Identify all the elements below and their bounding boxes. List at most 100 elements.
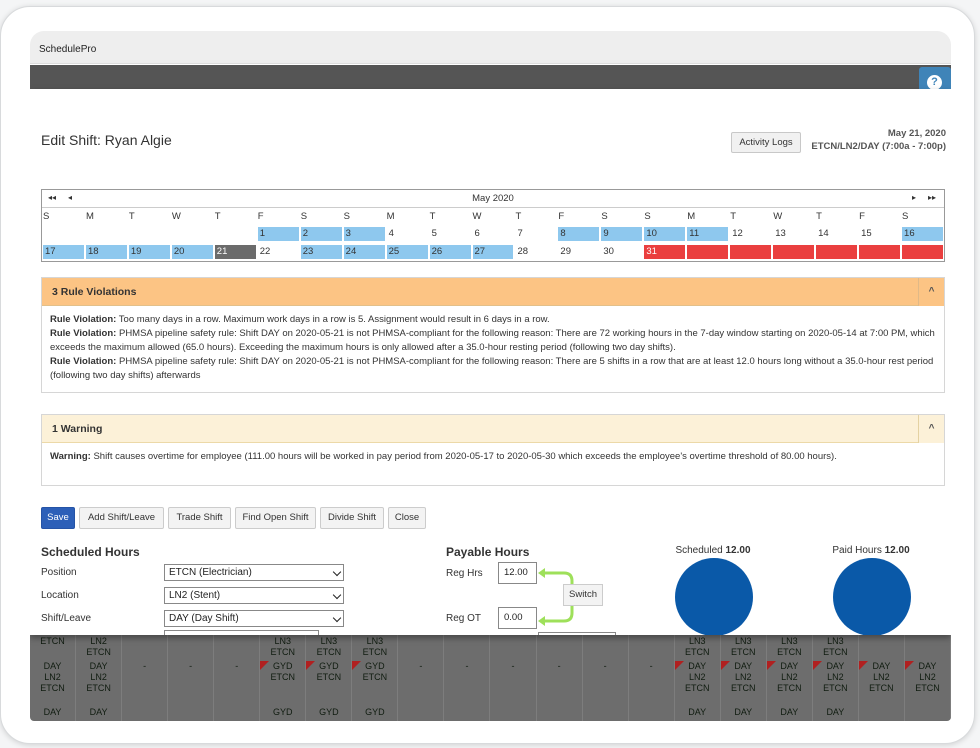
- divide-shift-button[interactable]: Divide Shift: [320, 507, 384, 529]
- calendar-day[interactable]: 26: [429, 245, 471, 259]
- partial-field[interactable]: [164, 630, 319, 635]
- schedule-cell[interactable]: -: [491, 635, 537, 721]
- calendar-dow: S: [902, 211, 909, 222]
- schedule-cell[interactable]: ETCN DAY LN2 ETCN DAY: [30, 635, 77, 721]
- schedule-cell[interactable]: -: [537, 635, 583, 721]
- calendar-day[interactable]: 13: [773, 227, 814, 241]
- calendar-day[interactable]: 18: [85, 245, 127, 259]
- schedule-cell[interactable]: -: [583, 635, 629, 721]
- calendar-day[interactable]: 29: [558, 245, 599, 259]
- tablet-frame: SchedulePro ? ETCN DAY LN2 ETCN DAY LN2 ETC…: [0, 6, 975, 744]
- warnings-header[interactable]: 1 Warning ^: [42, 415, 944, 443]
- collapse-icon[interactable]: ^: [918, 415, 944, 443]
- calendar-day[interactable]: 30: [601, 245, 642, 259]
- schedule-cell[interactable]: DAY LN2 ETCN: [858, 635, 905, 721]
- calendar-day[interactable]: 11: [687, 227, 729, 241]
- calendar-month: May 2020: [472, 193, 514, 204]
- schedule-cell[interactable]: LN3 ETCN DAY LN2 ETCN DAY: [766, 635, 813, 721]
- add-shift-button[interactable]: Add Shift/Leave: [79, 507, 164, 529]
- schedule-cell[interactable]: -: [629, 635, 675, 721]
- schedule-cell[interactable]: -: [122, 635, 169, 721]
- calendar-dow: S: [43, 211, 50, 222]
- calendar-day[interactable]: 24: [343, 245, 385, 259]
- calendar-day[interactable]: 17: [43, 245, 84, 259]
- calendar-day[interactable]: 5: [430, 227, 471, 241]
- schedule-cell[interactable]: LN3 ETCN DAY LN2 ETCN DAY: [720, 635, 767, 721]
- chevron-down-icon: [332, 590, 342, 600]
- edit-shift-dialog: Edit Shift: Ryan Algie Activity Logs May…: [30, 89, 951, 635]
- schedule-cell[interactable]: LN3 ETCN DAY LN2 ETCN DAY: [674, 635, 721, 721]
- shift-leave-select[interactable]: DAY (Day Shift): [164, 610, 344, 627]
- mini-calendar: ◂◂ ◂ May 2020 ▸ ▸▸ S M T W T F S S M T W T F S S M T W T F S…: [41, 189, 945, 262]
- violations-list: Rule Violation: Too many days in a row. …: [50, 313, 936, 383]
- position-select[interactable]: ETCN (Electrician): [164, 564, 344, 581]
- schedule-cell[interactable]: LN2 ETCN DAY LN2 ETCN DAY: [76, 635, 123, 721]
- calendar-day: [86, 227, 127, 241]
- calendar-day[interactable]: 9: [601, 227, 643, 241]
- calendar-day: [172, 227, 213, 241]
- schedule-cell[interactable]: DAY LN2 ETCN: [904, 635, 951, 721]
- violations-header[interactable]: 3 Rule Violations ^: [42, 278, 944, 306]
- help-icon: ?: [927, 75, 942, 90]
- reg-ot-label: Reg OT: [446, 613, 482, 624]
- next-month-icon[interactable]: ▸: [912, 193, 916, 202]
- trade-shift-button[interactable]: Trade Shift: [168, 507, 231, 529]
- calendar-dow: T: [816, 211, 822, 222]
- calendar-day[interactable]: 20: [171, 245, 213, 259]
- reg-hrs-input[interactable]: 12.00: [498, 562, 537, 584]
- calendar-day[interactable]: 16: [902, 227, 943, 241]
- calendar-day[interactable]: 3: [343, 227, 385, 241]
- calendar-day[interactable]: 22: [258, 245, 299, 259]
- calendar-dow: M: [687, 211, 696, 222]
- calendar-day: [773, 245, 815, 259]
- calendar-day[interactable]: 21: [214, 245, 256, 259]
- save-button[interactable]: Save: [41, 507, 75, 529]
- top-navbar: [30, 65, 951, 89]
- calendar-dow: W: [171, 211, 181, 222]
- partial-field[interactable]: [538, 632, 616, 635]
- last-month-icon[interactable]: ▸▸: [928, 193, 936, 202]
- schedule-cell[interactable]: -: [444, 635, 491, 721]
- calendar-day[interactable]: 28: [515, 245, 556, 259]
- location-label: Location: [41, 590, 79, 601]
- collapse-icon[interactable]: ^: [918, 278, 944, 306]
- violation-flag-icon: [352, 661, 362, 670]
- calendar-day[interactable]: 4: [387, 227, 428, 241]
- calendar-dow: T: [730, 211, 737, 222]
- calendar-day[interactable]: 7: [515, 227, 556, 241]
- calendar-day[interactable]: 12: [730, 227, 771, 241]
- close-button[interactable]: Close: [388, 507, 426, 529]
- violations-title: 3 Rule Violations: [52, 286, 137, 298]
- activity-logs-button[interactable]: Activity Logs: [731, 132, 801, 153]
- calendar-day[interactable]: 27: [472, 245, 514, 259]
- calendar-dow: M: [386, 211, 395, 222]
- calendar-dow: F: [257, 211, 264, 222]
- calendar-day[interactable]: 1: [257, 227, 299, 241]
- location-select[interactable]: LN2 (Stent): [164, 587, 344, 604]
- calendar-day[interactable]: 14: [816, 227, 857, 241]
- schedule-cell[interactable]: LN3 ETCN GYD ETCN GYD: [352, 635, 399, 721]
- calendar-day[interactable]: 10: [644, 227, 686, 241]
- schedule-cell[interactable]: -: [168, 635, 215, 721]
- shift-summary: ETCN/LN2/DAY (7:00a - 7:00p): [811, 141, 946, 152]
- calendar-header: ◂◂ ◂ May 2020 ▸ ▸▸: [42, 190, 944, 208]
- calendar-dow: M: [85, 211, 94, 222]
- calendar-day[interactable]: 31: [644, 245, 686, 259]
- calendar-day[interactable]: 8: [558, 227, 600, 241]
- schedule-cell[interactable]: LN3 ETCN DAY LN2 ETCN DAY: [812, 635, 859, 721]
- calendar-day[interactable]: 25: [386, 245, 428, 259]
- schedule-cell[interactable]: -: [214, 635, 261, 721]
- schedule-cell[interactable]: LN3 ETCN GYD ETCN GYD: [306, 635, 353, 721]
- calendar-day[interactable]: 23: [300, 245, 342, 259]
- schedule-cell[interactable]: -: [398, 635, 445, 721]
- calendar-day[interactable]: 2: [300, 227, 342, 241]
- switch-button[interactable]: Switch: [563, 584, 603, 606]
- calendar-day[interactable]: 15: [859, 227, 900, 241]
- find-open-shift-button[interactable]: Find Open Shift: [235, 507, 316, 529]
- reg-ot-input[interactable]: 0.00: [498, 607, 537, 629]
- calendar-day: [902, 245, 943, 259]
- calendar-day[interactable]: 19: [128, 245, 170, 259]
- warning-text: Warning: Shift causes overtime for emplo…: [50, 451, 837, 462]
- calendar-day[interactable]: 6: [473, 227, 514, 241]
- schedule-cell[interactable]: LN3 ETCN GYD ETCN GYD: [260, 635, 307, 721]
